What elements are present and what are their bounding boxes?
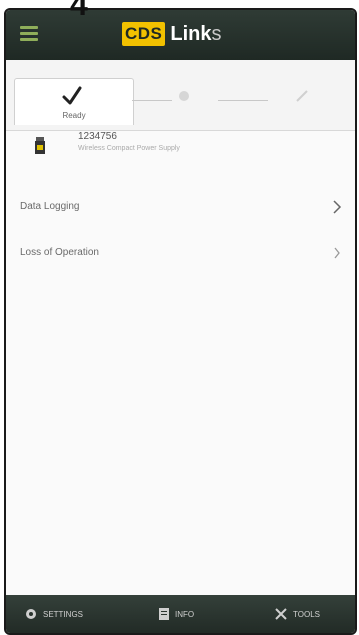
tools-icon <box>275 608 287 620</box>
logo-box: CDS <box>122 22 166 46</box>
main-content: 1234756 Wireless Compact Power Supply Da… <box>6 131 355 595</box>
menu-bar-icon <box>20 38 38 41</box>
list-item-label: Data Logging <box>20 201 80 212</box>
bottom-nav-bar: SETTINGS INFO TOOLS <box>6 595 355 633</box>
tab-status[interactable] <box>156 78 216 124</box>
menu-bar-icon <box>20 26 38 29</box>
checkmark-icon <box>62 86 82 105</box>
device-description: Wireless Compact Power Supply <box>78 145 180 152</box>
document-icon <box>159 608 169 620</box>
nav-info-button[interactable]: INFO <box>158 605 194 623</box>
menu-bar-icon <box>20 32 38 35</box>
tab-history[interactable] <box>274 78 334 124</box>
device-name: 1234756 <box>78 131 117 142</box>
nav-tools-button[interactable]: TOOLS <box>274 605 320 623</box>
step-number: 4 <box>70 0 88 22</box>
logo-text-accent: s <box>211 22 222 45</box>
device-row: 1234756 Wireless Compact Power Supply <box>6 131 355 161</box>
phone-frame: CDS Links Ready 1234756 Wireless Compact… <box>4 8 357 635</box>
nav-settings-button[interactable]: SETTINGS <box>24 605 83 623</box>
history-icon <box>296 90 308 102</box>
app-header: CDS Links <box>6 10 355 60</box>
menu-button[interactable] <box>20 26 38 42</box>
device-battery-icon <box>35 137 45 154</box>
chevron-right-icon <box>334 247 340 259</box>
tab-bar: Ready <box>6 60 355 131</box>
chevron-right-icon <box>333 200 342 214</box>
app-logo: CDS Links <box>122 22 222 46</box>
tab-ready[interactable]: Ready <box>14 78 134 125</box>
status-icon <box>179 91 189 101</box>
gear-icon <box>26 609 36 619</box>
tab-divider <box>218 100 268 101</box>
list-item-data-logging[interactable]: Data Logging <box>6 191 355 225</box>
nav-tools-label: TOOLS <box>293 609 320 619</box>
logo-text-main: Link <box>170 22 212 45</box>
list-item-loss-of-operation[interactable]: Loss of Operation <box>6 237 355 271</box>
logo-text: Links <box>170 23 221 46</box>
tab-ready-label: Ready <box>62 111 86 120</box>
nav-info-label: INFO <box>175 609 195 619</box>
list-item-label: Loss of Operation <box>20 247 99 258</box>
nav-settings-label: SETTINGS <box>43 609 84 619</box>
